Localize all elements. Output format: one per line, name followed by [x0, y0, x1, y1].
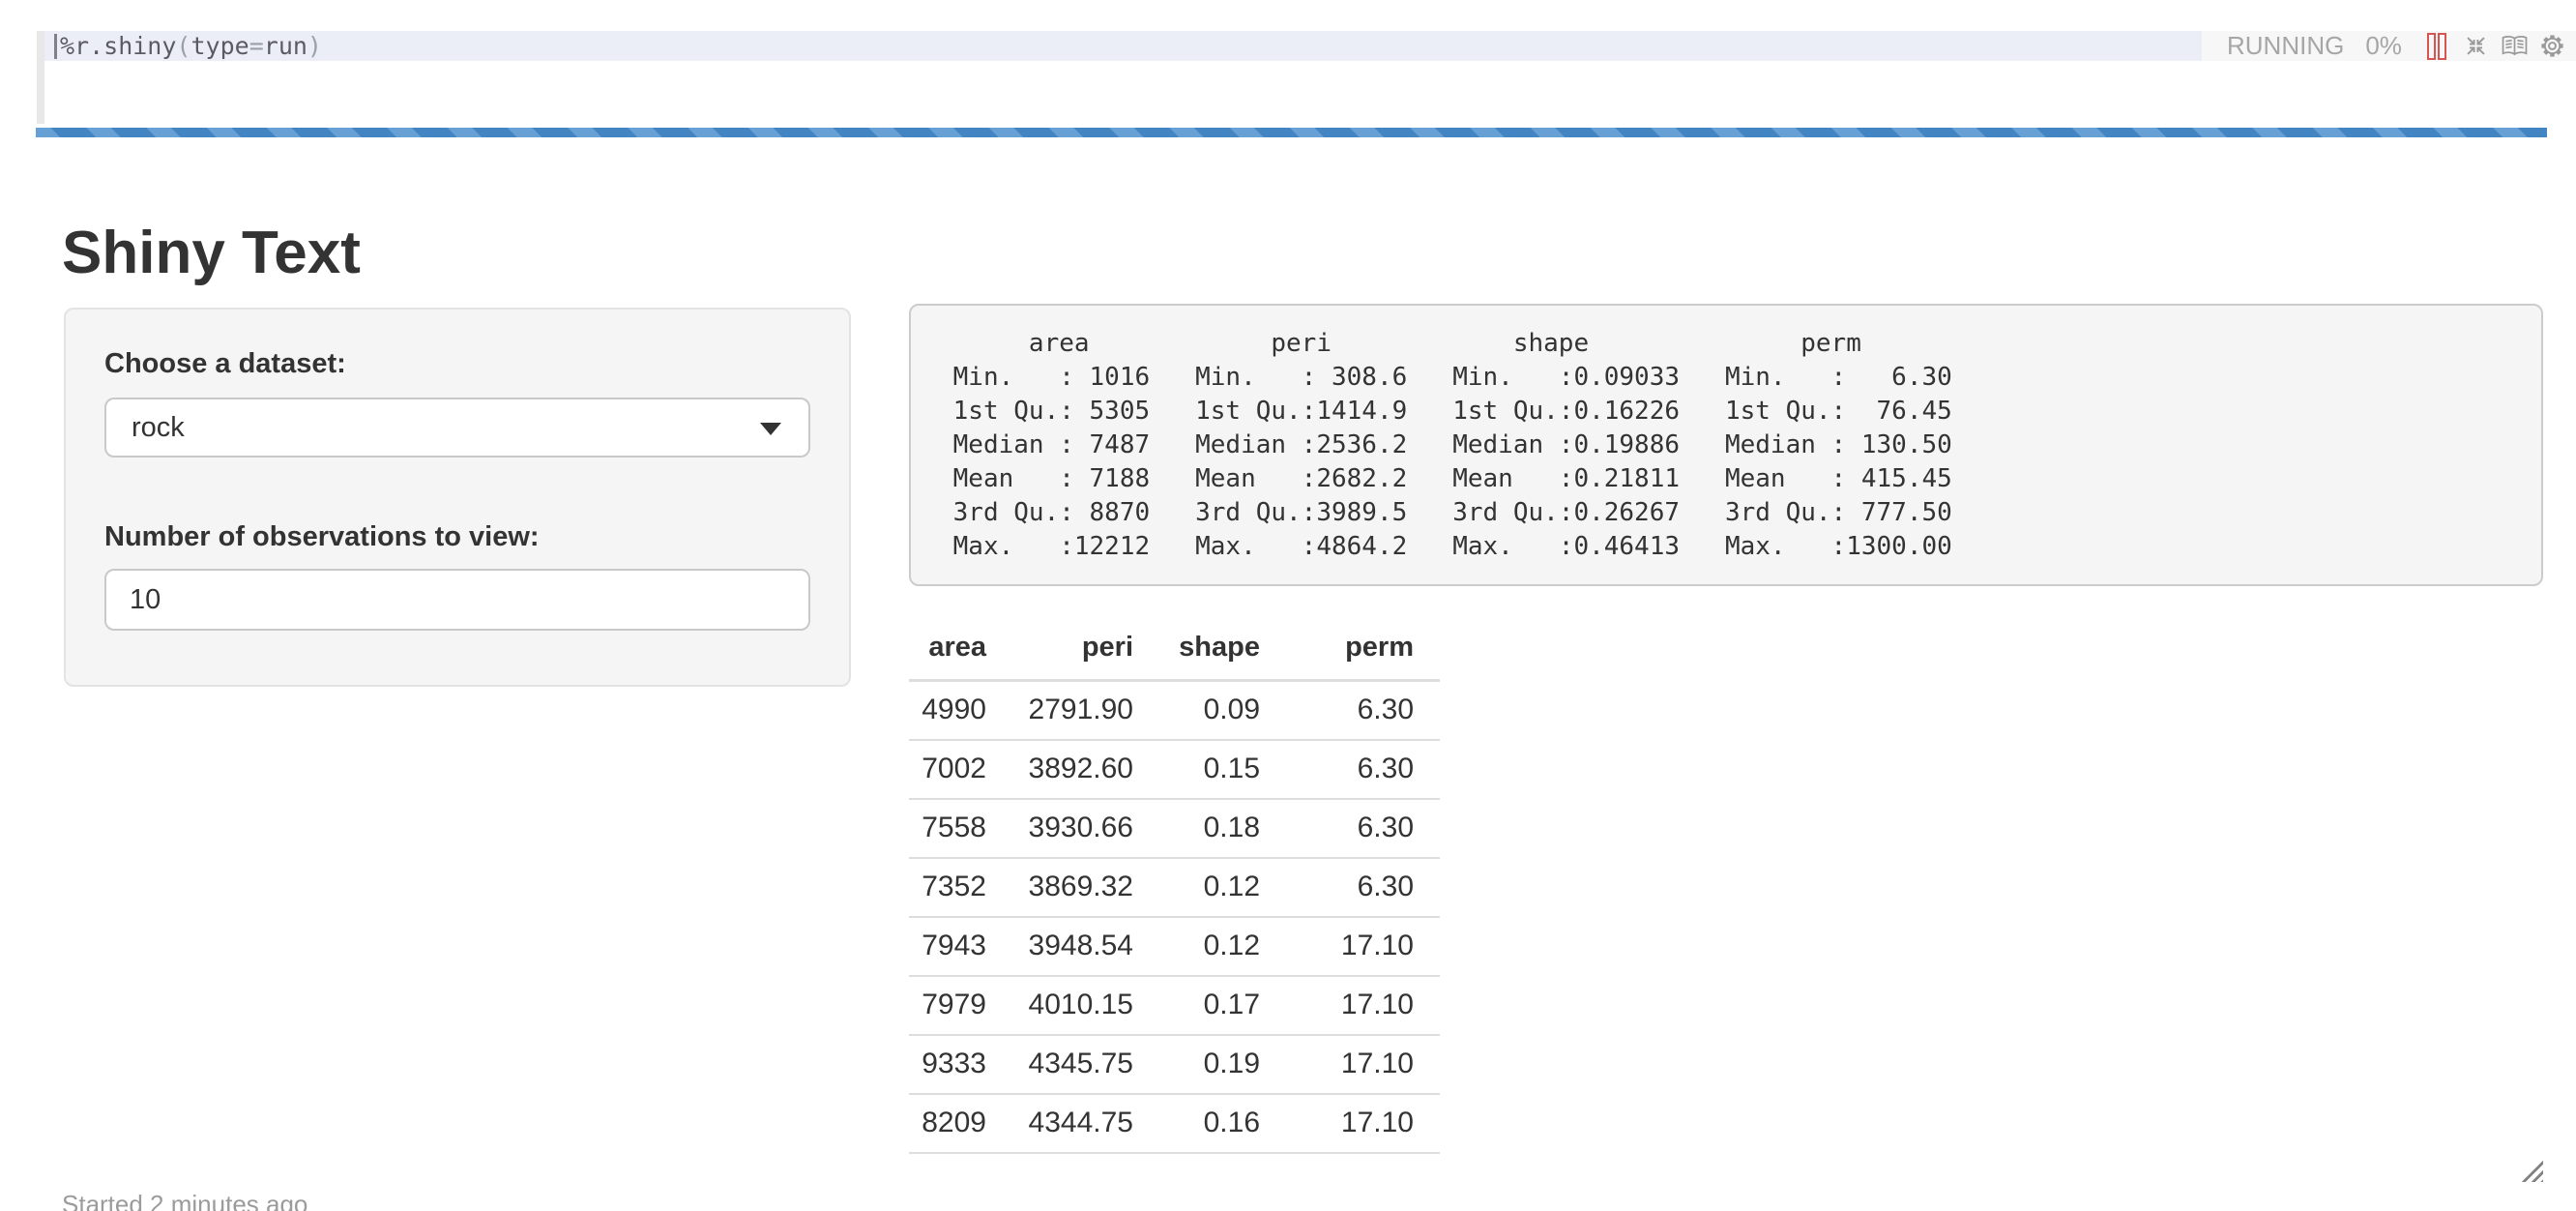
cell-area: 9333 [909, 1035, 986, 1094]
cell-shape: 0.19 [1133, 1035, 1260, 1094]
cell-peri: 4345.75 [986, 1035, 1133, 1094]
cell-perm: 17.10 [1260, 1035, 1440, 1094]
pause-icon[interactable] [2427, 33, 2446, 60]
table-body: 49902791.900.096.3070023892.600.156.3075… [909, 681, 1440, 1154]
cell-perm: 6.30 [1260, 740, 1440, 799]
column-header-shape: shape [1133, 624, 1260, 681]
cell-perm: 6.30 [1260, 681, 1440, 741]
data-table: areaperishapeperm 49902791.900.096.30700… [909, 624, 1440, 1154]
cell-shape: 0.12 [1133, 917, 1260, 976]
table-header-row: areaperishapeperm [909, 624, 1440, 681]
compress-icon[interactable] [2465, 35, 2487, 57]
cell-peri: 3948.54 [986, 917, 1133, 976]
cell-shape: 0.09 [1133, 681, 1260, 741]
cell-perm: 6.30 [1260, 858, 1440, 917]
progress-percent-label: 0% [2365, 31, 2402, 61]
summary-output: area peri shape perm Min. : 1016 Min. : … [909, 304, 2543, 586]
table-row: 75583930.660.186.30 [909, 799, 1440, 858]
cell-peri: 4344.75 [986, 1094, 1133, 1153]
code-editor-line[interactable]: %r.shiny(type=run) [44, 31, 2202, 61]
cell-peri: 3869.32 [986, 858, 1133, 917]
cell-area: 7979 [909, 976, 986, 1035]
observations-input[interactable] [104, 569, 810, 631]
resize-grip-icon[interactable] [2518, 1157, 2543, 1182]
table-row: 79794010.150.1717.10 [909, 976, 1440, 1035]
cell-shape: 0.16 [1133, 1094, 1260, 1153]
notebook-paragraph: %r.shiny(type=run) RUNNING 0% [0, 0, 2576, 1211]
sidebar-panel: Choose a dataset: rock Number of observa… [64, 308, 851, 687]
table-row: 93334345.750.1917.10 [909, 1035, 1440, 1094]
column-header-perm: perm [1260, 624, 1440, 681]
cell-area: 7943 [909, 917, 986, 976]
dataset-label: Choose a dataset: [104, 348, 810, 380]
table-row: 70023892.600.156.30 [909, 740, 1440, 799]
started-ago-label: Started 2 minutes ago [62, 1190, 307, 1211]
cell-perm: 17.10 [1260, 917, 1440, 976]
cell-area: 7352 [909, 858, 986, 917]
observations-label: Number of observations to view: [104, 521, 810, 553]
column-header-peri: peri [986, 624, 1133, 681]
open-book-icon[interactable] [2502, 35, 2528, 57]
code-text: %r.shiny(type=run) [60, 32, 322, 60]
cell-perm: 17.10 [1260, 976, 1440, 1035]
cell-shape: 0.15 [1133, 740, 1260, 799]
cell-area: 8209 [909, 1094, 986, 1153]
gear-icon[interactable] [2539, 33, 2565, 59]
editor-gutter [37, 31, 44, 124]
table-row: 79433948.540.1217.10 [909, 917, 1440, 976]
cell-peri: 2791.90 [986, 681, 1133, 741]
cell-peri: 3930.66 [986, 799, 1133, 858]
cell-area: 7002 [909, 740, 986, 799]
text-cursor [54, 34, 57, 59]
table-row: 73523869.320.126.30 [909, 858, 1440, 917]
table-row: 82094344.750.1617.10 [909, 1094, 1440, 1153]
paragraph-status-bar: RUNNING 0% [2202, 31, 2576, 61]
status-label: RUNNING [2227, 31, 2344, 61]
cell-shape: 0.12 [1133, 858, 1260, 917]
dataset-select[interactable]: rock [104, 398, 810, 458]
table-row: 49902791.900.096.30 [909, 681, 1440, 741]
column-header-area: area [909, 624, 986, 681]
cell-shape: 0.17 [1133, 976, 1260, 1035]
cell-shape: 0.18 [1133, 799, 1260, 858]
cell-area: 4990 [909, 681, 986, 741]
cell-area: 7558 [909, 799, 986, 858]
cell-peri: 3892.60 [986, 740, 1133, 799]
cell-perm: 17.10 [1260, 1094, 1440, 1153]
cell-peri: 4010.15 [986, 976, 1133, 1035]
chevron-down-icon [760, 423, 781, 435]
progress-bar [36, 128, 2547, 137]
page-title: Shiny Text [62, 219, 361, 287]
cell-perm: 6.30 [1260, 799, 1440, 858]
dataset-select-value: rock [132, 412, 185, 444]
